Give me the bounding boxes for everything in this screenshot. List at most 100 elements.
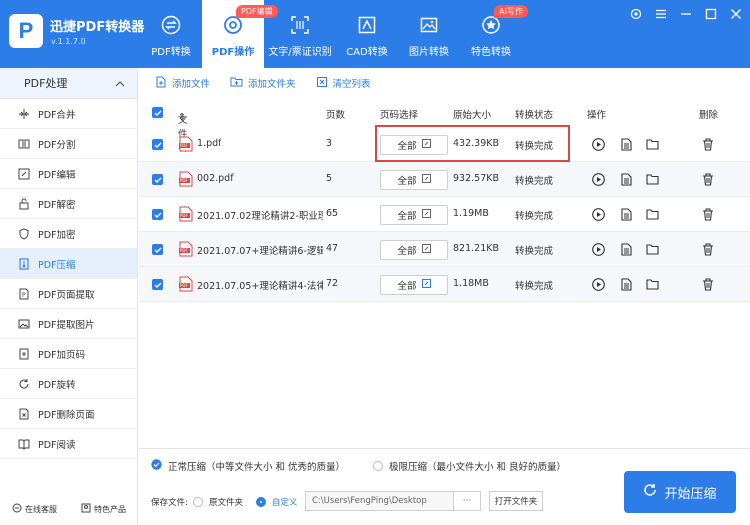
folder-icon[interactable] <box>645 277 659 291</box>
folder-icon[interactable] <box>645 172 659 186</box>
sidebar-item-encrypt[interactable]: PDF加密 <box>0 219 137 249</box>
sidebar-item-label: PDF合并 <box>38 109 76 121</box>
close-icon[interactable] <box>730 8 742 20</box>
add-folder-button[interactable]: 添加文件夹 <box>230 76 296 91</box>
document-icon[interactable] <box>619 277 633 291</box>
radio-unchecked <box>373 461 383 471</box>
page-range-button[interactable]: 全部 <box>380 170 448 190</box>
sidebar-item-compress[interactable]: PDF压缩 <box>0 249 137 279</box>
col-range: 页码选择 <box>380 110 419 121</box>
trash-icon[interactable] <box>701 137 715 151</box>
status-badge: 转换完成 <box>515 246 554 257</box>
select-all-checkbox[interactable] <box>152 107 163 118</box>
folder-icon[interactable] <box>645 207 659 221</box>
trash-icon[interactable] <box>701 172 715 186</box>
edit-icon <box>421 174 431 186</box>
page-range-button[interactable]: 全部 <box>380 240 448 260</box>
sidebar-item-read[interactable]: PDF阅读 <box>0 429 137 459</box>
maximize-icon[interactable] <box>705 8 717 20</box>
original-folder-option[interactable]: 原文件夹 <box>193 496 243 508</box>
row-checkbox[interactable] <box>152 174 163 185</box>
tab-pdf-operations[interactable]: PDF编辑 PDF操作 <box>202 0 278 68</box>
split-icon <box>18 138 30 150</box>
online-service-label: 在线客服 <box>25 504 57 514</box>
add-file-button[interactable]: 添加文件 <box>155 76 210 91</box>
folder-icon[interactable] <box>645 242 659 256</box>
play-icon[interactable] <box>591 277 605 291</box>
play-icon[interactable] <box>591 137 605 151</box>
radio-unchecked <box>193 497 203 507</box>
extreme-compress-option[interactable]: 极限压缩（最小文件大小 和 良好的质量） <box>373 459 566 473</box>
sidebar-item-label: PDF阅读 <box>38 439 76 451</box>
tab-ocr[interactable]: 文字/票证识别 <box>264 0 336 68</box>
row-checkbox[interactable] <box>152 139 163 150</box>
sidebar-item-edit[interactable]: PDF编辑 <box>0 159 137 189</box>
featured-products-link[interactable]: 特色产品 <box>81 503 126 515</box>
tab-pdf-convert[interactable]: PDF转换 <box>140 0 202 68</box>
trash-icon[interactable] <box>701 277 715 291</box>
folder-icon[interactable] <box>645 137 659 151</box>
sidebar-item-page-number[interactable]: PDF加页码 <box>0 339 137 369</box>
sidebar-item-page-extract[interactable]: P PDF页面提取 <box>0 279 137 309</box>
sidebar-item-merge[interactable]: PDF合并 <box>0 99 137 129</box>
play-icon[interactable] <box>591 172 605 186</box>
page-range-button[interactable]: 全部 <box>380 135 448 155</box>
svg-text:PDF: PDF <box>180 283 188 288</box>
document-icon[interactable] <box>619 172 633 186</box>
file-size: 432.39KB <box>453 138 499 149</box>
radio-checked <box>256 497 266 507</box>
app-title: 迅捷PDF转换器 <box>50 20 145 35</box>
start-compress-button[interactable]: 开始压缩 <box>624 471 736 513</box>
merge-icon <box>18 108 30 120</box>
sidebar-item-image-extract[interactable]: PDF提取图片 <box>0 309 137 339</box>
sidebar-header[interactable]: PDF处理 <box>0 68 137 99</box>
browse-button[interactable]: ··· <box>453 491 481 511</box>
custom-folder-option[interactable]: 自定义 <box>256 496 298 508</box>
document-icon[interactable] <box>619 137 633 151</box>
row-checkbox[interactable] <box>152 209 163 220</box>
compress-icon <box>18 257 30 270</box>
clear-list-button[interactable]: 清空列表 <box>316 76 371 91</box>
app-logo: P <box>9 14 43 48</box>
table-row[interactable]: PDF 1.pdf 3 全部 432.39KB 转换完成 <box>139 127 750 162</box>
status-badge: 转换完成 <box>515 141 554 152</box>
rotate-icon <box>18 378 30 390</box>
play-icon[interactable] <box>591 242 605 256</box>
row-checkbox[interactable] <box>152 244 163 255</box>
edit-icon <box>421 209 431 221</box>
table-row[interactable]: PDF 2021.07.07+理论精讲6-逻辑 47 全部 821.21KB 转… <box>139 232 750 267</box>
page-range-button[interactable]: 全部 <box>380 205 448 225</box>
sidebar-item-delete-page[interactable]: PDF删除页面 <box>0 399 137 429</box>
edit-icon <box>421 244 431 256</box>
row-checkbox[interactable] <box>152 279 163 290</box>
open-folder-button[interactable]: 打开文件夹 <box>489 491 543 511</box>
trash-icon[interactable] <box>701 207 715 221</box>
sidebar-item-rotate[interactable]: PDF旋转 <box>0 369 137 399</box>
document-icon[interactable] <box>619 207 633 221</box>
original-folder-label: 原文件夹 <box>209 498 244 508</box>
normal-compress-option[interactable]: 正常压缩（中等文件大小 和 优秀的质量） <box>151 459 345 473</box>
page-number-icon <box>18 348 30 360</box>
minimize-icon[interactable] <box>680 8 692 20</box>
col-delete: 删除 <box>699 110 719 121</box>
table-row[interactable]: PDF 2021.07.02理论精讲2-职业理 65 全部 1.19MB 转换完… <box>139 197 750 232</box>
tab-featured-convert[interactable]: AI写作 特色转换 <box>460 0 528 68</box>
svg-text:PDF: PDF <box>180 213 188 218</box>
table-row[interactable]: PDF 002.pdf 5 全部 932.57KB 转换完成 <box>139 162 750 197</box>
trash-icon[interactable] <box>701 242 715 256</box>
play-icon[interactable] <box>591 207 605 221</box>
document-icon[interactable] <box>619 242 633 256</box>
menu-icon[interactable] <box>655 8 667 20</box>
sidebar-item-decrypt[interactable]: PDF解密 <box>0 189 137 219</box>
tab-label: PDF转换 <box>151 47 191 58</box>
book-icon <box>18 438 30 450</box>
tab-image-convert[interactable]: 图片转换 <box>398 0 460 68</box>
online-service-link[interactable]: 在线客服 <box>12 503 57 515</box>
settings-icon[interactable] <box>630 8 642 20</box>
sidebar-item-split[interactable]: PDF分割 <box>0 129 137 159</box>
normal-compress-label: 正常压缩（中等文件大小 和 优秀的质量） <box>168 462 346 473</box>
page-count: 72 <box>326 278 339 289</box>
tab-cad-convert[interactable]: CAD转换 <box>336 0 398 68</box>
table-row[interactable]: PDF 2021.07.05+理论精讲4-法律 72 全部 1.18MB 转换完… <box>139 267 750 302</box>
page-range-button[interactable]: 全部 <box>380 275 448 295</box>
